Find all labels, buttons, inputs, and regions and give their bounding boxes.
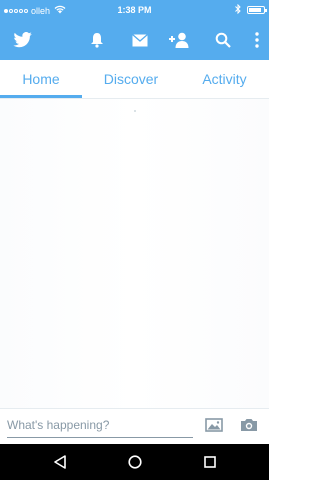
active-tab-indicator xyxy=(0,95,82,98)
photo-gallery-icon[interactable] xyxy=(205,417,223,438)
home-icon[interactable] xyxy=(124,444,146,480)
notifications-icon[interactable] xyxy=(86,20,108,60)
twitter-bird-icon[interactable] xyxy=(10,20,36,60)
system-nav-bar xyxy=(0,444,269,480)
tweet-composer-bar: What's happening? xyxy=(0,408,269,445)
tab-discover[interactable]: Discover xyxy=(82,60,180,98)
camera-icon[interactable] xyxy=(240,417,258,438)
app-bar xyxy=(0,20,269,60)
recent-apps-icon[interactable] xyxy=(199,444,221,480)
add-user-icon[interactable] xyxy=(166,20,192,60)
loading-indicator xyxy=(134,110,136,112)
tab-activity[interactable]: Activity xyxy=(180,60,269,98)
messages-icon[interactable] xyxy=(129,20,151,60)
status-bar: olleh 1:38 PM xyxy=(0,0,269,20)
tab-home[interactable]: Home xyxy=(0,60,82,98)
timeline[interactable] xyxy=(0,99,269,408)
search-icon[interactable] xyxy=(212,20,234,60)
bluetooth-icon xyxy=(235,3,241,16)
battery-icon xyxy=(247,6,267,14)
compose-tweet-input[interactable]: What's happening? xyxy=(7,416,193,438)
status-time: 1:38 PM xyxy=(117,5,152,15)
overflow-menu-icon[interactable] xyxy=(250,20,264,60)
tab-bar: Home Discover Activity xyxy=(0,60,269,99)
back-icon[interactable] xyxy=(50,444,70,480)
